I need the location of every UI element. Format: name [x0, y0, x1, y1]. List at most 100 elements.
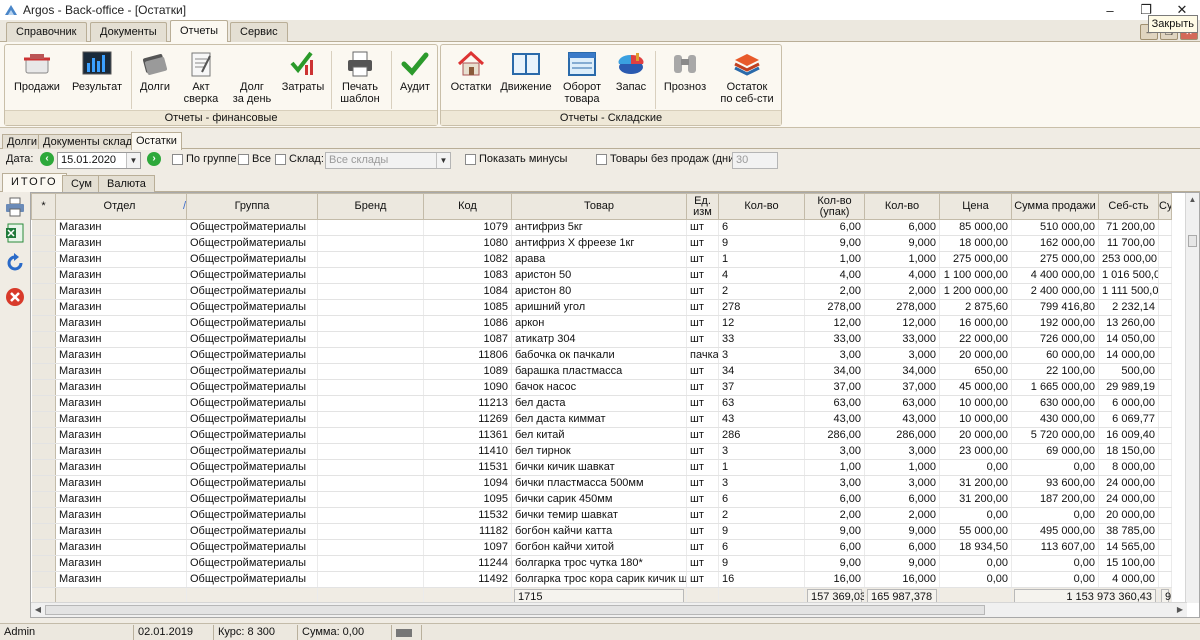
- tab-sum[interactable]: Сум: [62, 175, 101, 192]
- row-indicator[interactable]: [31, 411, 56, 428]
- table-cell[interactable]: [317, 283, 424, 300]
- chevron-down-icon[interactable]: ▼: [126, 153, 140, 168]
- print-template-button[interactable]: Печать шаблон: [335, 49, 385, 113]
- table-cell[interactable]: 1080: [423, 235, 512, 252]
- table-cell[interactable]: Общестройматериалы: [186, 283, 318, 300]
- table-cell[interactable]: [317, 427, 424, 444]
- table-cell[interactable]: шт: [686, 283, 719, 300]
- show-minus-checkbox[interactable]: Показать минусы: [465, 153, 567, 165]
- table-row[interactable]: Магазин Общестройматериалы 11531 бички кичи…: [31, 459, 1172, 476]
- table-cell[interactable]: 22 100,00: [1011, 363, 1099, 380]
- table-cell[interactable]: Магазин: [55, 299, 187, 316]
- table-cell[interactable]: Общестройматериалы: [186, 571, 318, 588]
- row-indicator[interactable]: [31, 539, 56, 556]
- table-cell[interactable]: Общестройматериалы: [186, 443, 318, 460]
- table-cell[interactable]: шт: [686, 571, 719, 588]
- table-cell[interactable]: [317, 491, 424, 508]
- table-cell[interactable]: 9: [718, 555, 805, 572]
- no-sales-checkbox[interactable]: Товары без продаж (дни):: [596, 153, 741, 165]
- table-cell[interactable]: [317, 251, 424, 268]
- table-cell[interactable]: 14 565,00: [1098, 539, 1159, 556]
- sales-button[interactable]: Продажи: [9, 49, 65, 113]
- table-cell[interactable]: 6,000: [864, 539, 940, 556]
- table-cell[interactable]: Общестройматериалы: [186, 299, 318, 316]
- table-cell[interactable]: 4,00: [804, 267, 865, 284]
- all-checkbox[interactable]: Все: [238, 153, 271, 165]
- table-cell[interactable]: 11806: [423, 347, 512, 364]
- table-cell[interactable]: богбон кайчи катта: [511, 523, 687, 540]
- row-indicator[interactable]: [31, 267, 56, 284]
- table-cell[interactable]: 11361: [423, 427, 512, 444]
- row-indicator[interactable]: [31, 315, 56, 332]
- column-header[interactable]: Сумма продажи: [1011, 193, 1099, 220]
- table-cell[interactable]: 18 150,00: [1098, 443, 1159, 460]
- table-cell[interactable]: 187 200,00: [1011, 491, 1099, 508]
- table-cell[interactable]: Общестройматериалы: [186, 411, 318, 428]
- table-cell[interactable]: 6,000: [864, 491, 940, 508]
- table-cell[interactable]: антифриз 5кг: [511, 219, 687, 236]
- warehouse-checkbox[interactable]: Склад:: [275, 153, 324, 165]
- table-cell[interactable]: шт: [686, 315, 719, 332]
- table-cell[interactable]: 85 000,00: [939, 219, 1012, 236]
- table-cell[interactable]: 4,000: [864, 267, 940, 284]
- table-cell[interactable]: шт: [686, 411, 719, 428]
- table-cell[interactable]: 12: [718, 315, 805, 332]
- table-cell[interactable]: [317, 523, 424, 540]
- table-cell[interactable]: болгарка трос кора сарик кичик шавкат: [511, 571, 687, 588]
- table-cell[interactable]: шт: [686, 491, 719, 508]
- table-cell[interactable]: 18 000,00: [939, 235, 1012, 252]
- table-cell[interactable]: [317, 443, 424, 460]
- table-cell[interactable]: 1083: [423, 267, 512, 284]
- table-cell[interactable]: Общестройматериалы: [186, 235, 318, 252]
- table-cell[interactable]: 43,00: [804, 411, 865, 428]
- table-row[interactable]: Магазин Общестройматериалы 11182 богбон кай…: [31, 523, 1172, 540]
- table-cell[interactable]: 71 200,00: [1098, 219, 1159, 236]
- row-indicator[interactable]: [31, 331, 56, 348]
- table-cell[interactable]: Магазин: [55, 491, 187, 508]
- table-cell[interactable]: бички темир шавкат: [511, 507, 687, 524]
- row-indicator-header[interactable]: *: [31, 193, 56, 220]
- table-cell[interactable]: арава: [511, 251, 687, 268]
- table-cell[interactable]: шт: [686, 363, 719, 380]
- row-indicator[interactable]: [31, 283, 56, 300]
- table-cell[interactable]: 1 665 000,00: [1011, 379, 1099, 396]
- table-cell[interactable]: 16,000: [864, 571, 940, 588]
- table-cell[interactable]: 275 000,00: [1011, 251, 1099, 268]
- stock-by-cost-button[interactable]: Остаток по себ-сти: [715, 49, 779, 113]
- table-cell[interactable]: 24 000,00: [1098, 491, 1159, 508]
- refresh-button[interactable]: [4, 252, 26, 274]
- row-indicator[interactable]: [31, 363, 56, 380]
- table-cell[interactable]: бички кичик шавкат: [511, 459, 687, 476]
- table-cell[interactable]: 37,000: [864, 379, 940, 396]
- column-header[interactable]: Отдел /: [55, 193, 187, 220]
- table-row[interactable]: Магазин Общестройматериалы 1080 антифриз Х …: [31, 235, 1172, 252]
- table-cell[interactable]: 43: [718, 411, 805, 428]
- table-cell[interactable]: 6: [718, 219, 805, 236]
- column-header[interactable]: Товар: [511, 193, 687, 220]
- row-indicator[interactable]: [31, 251, 56, 268]
- table-cell[interactable]: бел тирнок: [511, 443, 687, 460]
- table-cell[interactable]: Магазин: [55, 459, 187, 476]
- table-cell[interactable]: Общестройматериалы: [186, 331, 318, 348]
- column-header[interactable]: Код: [423, 193, 512, 220]
- table-cell[interactable]: 510 000,00: [1011, 219, 1099, 236]
- table-cell[interactable]: 630 000,00: [1011, 395, 1099, 412]
- column-header[interactable]: Кол-во: [864, 193, 940, 220]
- table-cell[interactable]: 23 000,00: [939, 443, 1012, 460]
- table-cell[interactable]: бел китай: [511, 427, 687, 444]
- table-row[interactable]: Магазин Общестройматериалы 1090 бачок насос…: [31, 379, 1172, 396]
- table-cell[interactable]: Магазин: [55, 315, 187, 332]
- debts-button[interactable]: Долги: [135, 49, 175, 113]
- table-cell[interactable]: 5 720 000,00: [1011, 427, 1099, 444]
- chevron-down-icon[interactable]: ▼: [436, 153, 450, 168]
- table-cell[interactable]: 37,00: [804, 379, 865, 396]
- table-cell[interactable]: 11269: [423, 411, 512, 428]
- table-cell[interactable]: 253 000,00: [1098, 251, 1159, 268]
- table-cell[interactable]: 650,00: [939, 363, 1012, 380]
- table-cell[interactable]: Магазин: [55, 443, 187, 460]
- table-cell[interactable]: шт: [686, 299, 719, 316]
- table-cell[interactable]: шт: [686, 251, 719, 268]
- table-cell[interactable]: 12,000: [864, 315, 940, 332]
- table-row[interactable]: Магазин Общестройматериалы 11492 болгарка т…: [31, 571, 1172, 588]
- table-cell[interactable]: 1 100 000,00: [939, 267, 1012, 284]
